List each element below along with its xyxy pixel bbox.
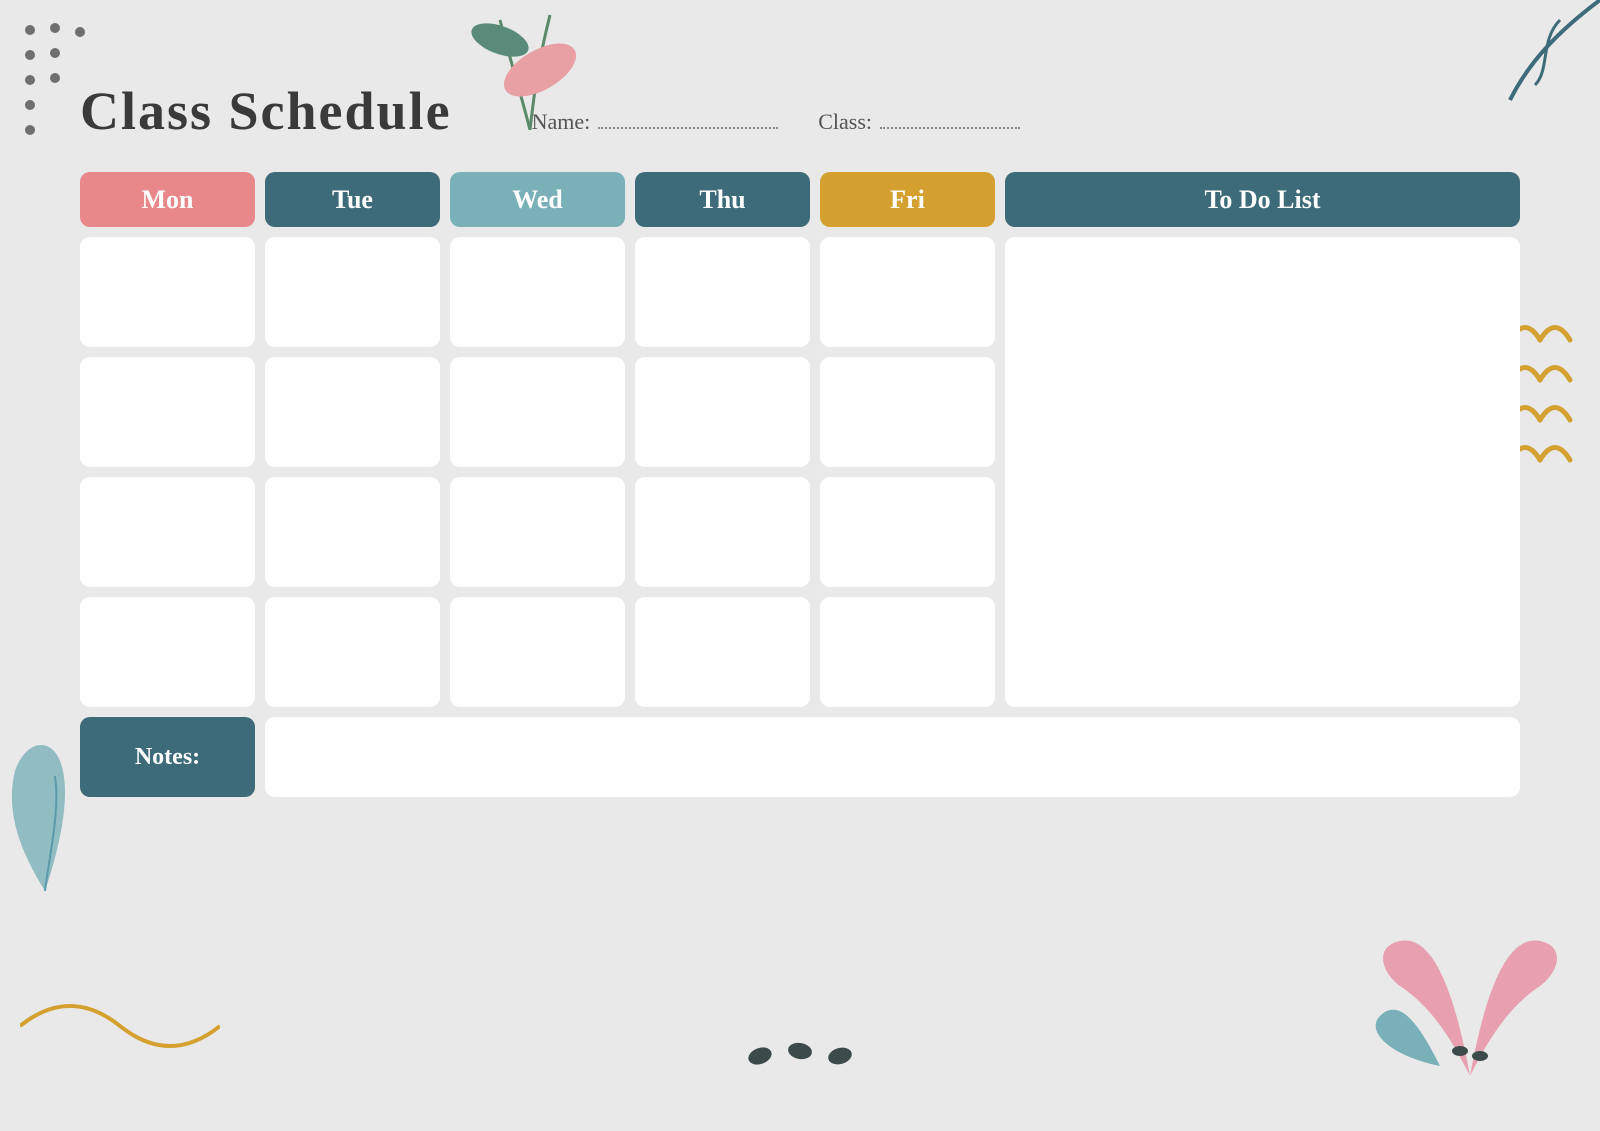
- day-header-todo: To Do List: [1005, 172, 1520, 227]
- cell-fri-3[interactable]: [820, 477, 995, 587]
- cell-wed-1[interactable]: [450, 237, 625, 347]
- cell-wed-4[interactable]: [450, 597, 625, 707]
- todo-list-cell[interactable]: [1005, 237, 1520, 707]
- class-field-label: Class:: [818, 109, 1020, 135]
- name-dots: [598, 127, 778, 129]
- cell-thu-4[interactable]: [635, 597, 810, 707]
- cell-tue-3[interactable]: [265, 477, 440, 587]
- day-header-wed: Wed: [450, 172, 625, 227]
- class-dots: [880, 127, 1020, 129]
- page-title: Class Schedule: [80, 80, 452, 142]
- notes-cell[interactable]: [265, 717, 1520, 797]
- notes-label: Notes:: [80, 717, 255, 797]
- header-row: Class Schedule Name: Class:: [80, 80, 1520, 142]
- cell-thu-1[interactable]: [635, 237, 810, 347]
- main-content: Class Schedule Name: Class: Mon Tue: [80, 80, 1520, 1071]
- day-header-thu: Thu: [635, 172, 810, 227]
- cell-mon-1[interactable]: [80, 237, 255, 347]
- left-leaf: [0, 731, 80, 881]
- name-field-label: Name:: [532, 109, 779, 135]
- cell-mon-3[interactable]: [80, 477, 255, 587]
- cell-fri-4[interactable]: [820, 597, 995, 707]
- day-header-fri: Fri: [820, 172, 995, 227]
- header-fields: Name: Class:: [532, 109, 1020, 135]
- cell-tue-1[interactable]: [265, 237, 440, 347]
- day-header-tue: Tue: [265, 172, 440, 227]
- cell-wed-3[interactable]: [450, 477, 625, 587]
- cell-thu-2[interactable]: [635, 357, 810, 467]
- cell-mon-2[interactable]: [80, 357, 255, 467]
- cell-mon-4[interactable]: [80, 597, 255, 707]
- cell-fri-1[interactable]: [820, 237, 995, 347]
- cell-tue-2[interactable]: [265, 357, 440, 467]
- day-header-mon: Mon: [80, 172, 255, 227]
- cell-fri-2[interactable]: [820, 357, 995, 467]
- cell-wed-2[interactable]: [450, 357, 625, 467]
- cell-tue-4[interactable]: [265, 597, 440, 707]
- cell-thu-3[interactable]: [635, 477, 810, 587]
- page: Class Schedule Name: Class: Mon Tue: [0, 0, 1600, 1131]
- schedule-grid: Mon Tue Wed Thu Fri To Do List: [80, 172, 1520, 797]
